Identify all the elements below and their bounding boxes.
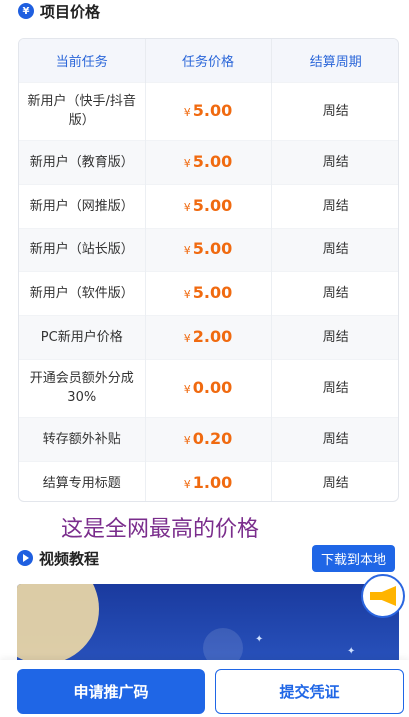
task-name: 新用户（站长版） [19,227,146,271]
star-icon: ✦ [255,634,264,645]
task-price: ¥5.00 [145,139,272,184]
table-row: 新用户（站长版） ¥5.00 周结 [19,227,398,271]
currency-symbol: ¥ [183,105,191,119]
table-row: 结算专用标题 ¥1.00 周结 [19,460,398,501]
task-price: ¥5.00 [145,270,272,315]
price-value: 1.00 [192,472,233,492]
table-row: 新用户（快手/抖音版） ¥5.00 周结 [19,81,398,140]
currency-symbol: ¥ [183,200,191,214]
task-price: ¥0.20 [145,416,272,461]
table-row: PC新用户价格 ¥2.00 周结 [19,314,398,359]
download-button[interactable]: 下载到本地 [311,545,395,572]
task-price: ¥1.00 [145,460,272,501]
settlement-period: 周结 [271,270,398,315]
header-price: 任务价格 [145,39,272,82]
section-title: 项目价格 [40,2,101,21]
task-name: 结算专用标题 [19,460,146,501]
page: ¥ 项目价格 当前任务 任务价格 结算周期 新用户（快手/抖音版） ¥5.00 … [0,0,409,717]
header-task: 当前任务 [19,39,146,82]
play-icon [17,550,33,566]
price-value: 5.00 [192,195,233,215]
task-name: 新用户（软件版） [19,270,146,315]
currency-symbol: ¥ [183,331,191,345]
price-table: 当前任务 任务价格 结算周期 新用户（快手/抖音版） ¥5.00 周结 新用户（… [18,38,399,502]
currency-symbol: ¥ [183,477,191,491]
highlight-text: 这是全网最高的价格 [61,517,260,542]
price-section-header: ¥ 项目价格 [18,0,100,22]
task-price: ¥5.00 [145,227,272,271]
settlement-period: 周结 [271,314,398,359]
table-row: 新用户（软件版） ¥5.00 周结 [19,270,398,315]
video-section-header: 视频教程 [17,548,99,568]
currency-symbol: ¥ [183,244,191,257]
price-value: 5.00 [192,100,233,120]
task-price: ¥0.00 [145,358,272,417]
settlement-period: 周结 [271,183,398,228]
settlement-period: 周结 [271,227,398,271]
currency-symbol: ¥ [183,382,191,396]
table-row: 新用户（教育版） ¥5.00 周结 [19,139,398,184]
yen-icon: ¥ [18,3,34,19]
task-name: 新用户（教育版） [19,139,146,184]
price-value: 5.00 [192,151,233,171]
megaphone-shape [370,586,396,606]
currency-symbol: ¥ [183,433,191,447]
apply-promo-code-button[interactable]: 申请推广码 [17,669,205,714]
settlement-period: 周结 [271,416,398,461]
currency-symbol: ¥ [183,287,191,301]
task-price: ¥5.00 [145,81,272,140]
moon-decoration [17,584,99,664]
price-value: 5.00 [192,282,233,302]
settlement-period: 周结 [271,81,398,140]
price-value: 5.00 [192,239,233,258]
settlement-period: 周结 [271,460,398,501]
task-name: PC新用户价格 [19,314,146,359]
table-header-row: 当前任务 任务价格 结算周期 [19,39,398,82]
task-name: 开通会员额外分成30% [19,358,146,417]
table-row: 转存额外补贴 ¥0.20 周结 [19,416,398,461]
task-name: 新用户（快手/抖音版） [19,81,146,140]
task-price: ¥2.00 [145,314,272,359]
price-value: 0.00 [192,377,233,397]
star-icon: ✦ [347,646,356,657]
currency-symbol: ¥ [183,156,191,170]
megaphone-icon[interactable] [361,574,405,618]
table-row: 新用户（网推版） ¥5.00 周结 [19,183,398,228]
task-name: 新用户（网推版） [19,183,146,228]
task-price: ¥5.00 [145,183,272,228]
price-value: 0.20 [192,428,233,448]
table-row: 开通会员额外分成30% ¥0.00 周结 [19,358,398,417]
settlement-period: 周结 [271,139,398,184]
submit-proof-button[interactable]: 提交凭证 [215,669,404,714]
settlement-period: 周结 [271,358,398,417]
header-period: 结算周期 [271,39,398,82]
task-name: 转存额外补贴 [19,416,146,461]
price-value: 2.00 [192,326,233,346]
video-section-title: 视频教程 [39,549,100,568]
